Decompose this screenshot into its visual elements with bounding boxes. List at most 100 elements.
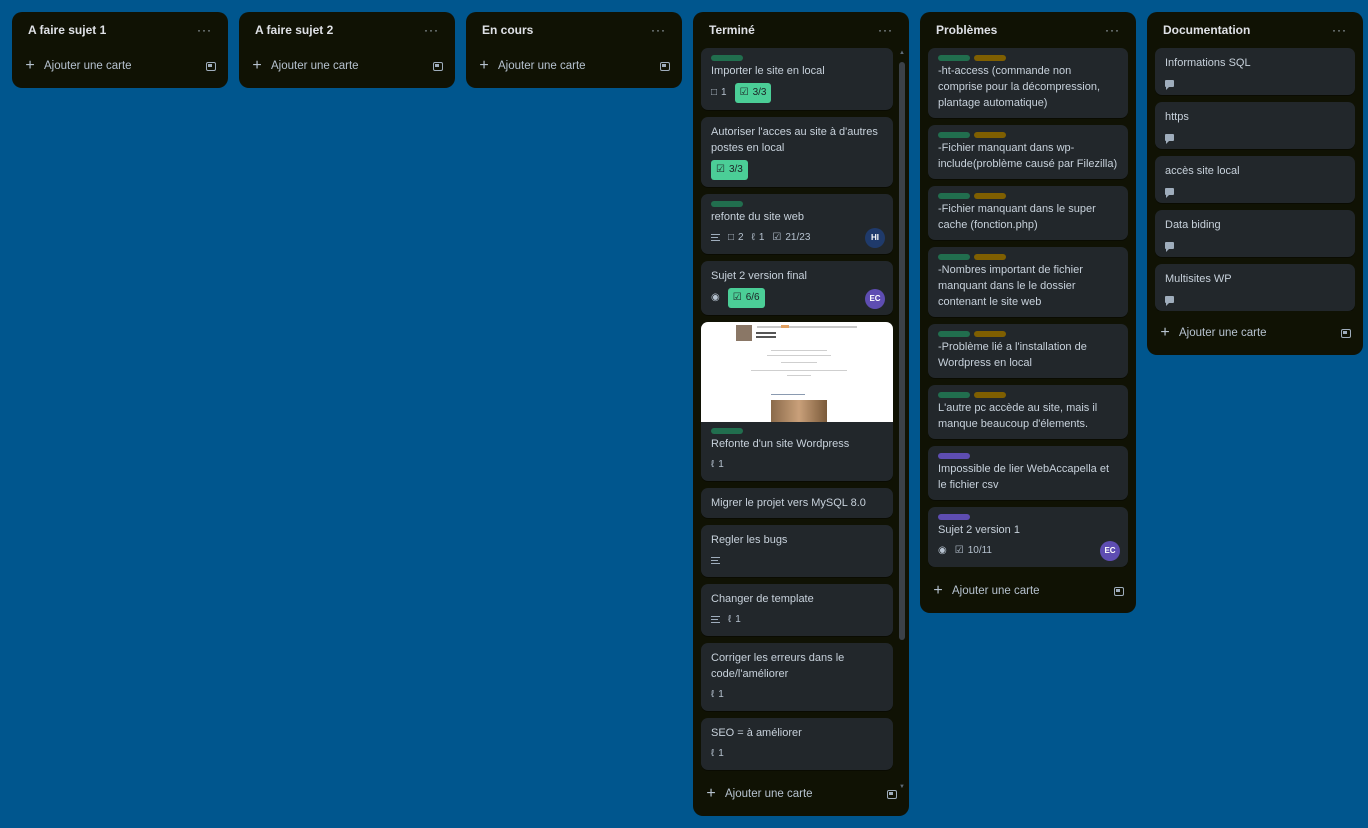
card-cover-image	[701, 321, 893, 422]
card-title: L'autre pc accède au site, mais il manqu…	[938, 402, 1098, 430]
template-icon[interactable]	[1341, 328, 1351, 338]
label-green	[938, 132, 970, 138]
card[interactable]: Importer le site en local □ 1 ☑ 3/3	[701, 47, 893, 110]
checklist-icon: ☑	[739, 86, 749, 98]
add-card-button[interactable]: + Ajouter une carte	[239, 50, 455, 82]
scrollbar[interactable]: ▲ ▼	[899, 50, 905, 790]
list-a-faire-sujet-1: A faire sujet 1 ··· + Ajouter une carte	[12, 12, 228, 88]
template-icon[interactable]	[660, 61, 670, 71]
watch-icon: ◉	[938, 545, 947, 556]
plus-icon: +	[479, 57, 489, 74]
avatar[interactable]: EC	[865, 288, 885, 309]
list-termine: Terminé ··· Importer le site en local □ 1…	[693, 12, 909, 816]
label-yellow	[974, 132, 1006, 138]
plus-icon: +	[933, 582, 943, 599]
card[interactable]: refonte du site web □ 2 ℓ1 ☑ 21/23 HI	[701, 193, 893, 254]
card[interactable]: -ht-access (commande non comprise pour l…	[928, 48, 1128, 118]
card-title: Sujet 2 version final	[711, 269, 807, 282]
more-icon[interactable]: ···	[647, 22, 670, 38]
list-title[interactable]: Documentation	[1163, 23, 1250, 37]
card[interactable]: -Problème lié a l'installation de Wordpr…	[928, 324, 1128, 378]
card[interactable]: Data biding	[1155, 210, 1355, 257]
more-icon[interactable]: ···	[1101, 22, 1124, 38]
comment-icon: □	[711, 86, 718, 98]
comment-icon	[1165, 295, 1174, 306]
card-title: accès site local	[1165, 165, 1240, 177]
card[interactable]: https	[1155, 102, 1355, 149]
card-title: -Fichier manquant dans wp-include(problè…	[938, 142, 1118, 170]
plus-icon: +	[25, 57, 35, 74]
card[interactable]: Refonte d'un site Wordpress ℓ1	[701, 321, 893, 481]
card-list: -ht-access (commande non comprise pour l…	[920, 48, 1136, 567]
template-icon[interactable]	[887, 789, 897, 799]
card-title: Migrer le projet vers MySQL 8.0	[711, 496, 866, 509]
list-title[interactable]: En cours	[482, 23, 533, 37]
card-title: -ht-access (commande non comprise pour l…	[938, 65, 1101, 109]
scroll-down-icon[interactable]: ▼	[899, 784, 905, 790]
add-card-button[interactable]: + Ajouter une carte	[466, 50, 682, 82]
card[interactable]: Changer de template ℓ1	[701, 583, 893, 636]
scrollbar-thumb[interactable]	[899, 62, 905, 640]
more-icon[interactable]: ···	[420, 22, 443, 38]
add-card-button[interactable]: + Ajouter une carte	[693, 778, 909, 810]
label-yellow	[974, 55, 1006, 61]
card[interactable]: SEO = à améliorer ℓ1	[701, 717, 893, 770]
card-title: Impossible de lier WebAccapella et le fi…	[938, 463, 1109, 491]
more-icon[interactable]: ···	[193, 22, 216, 38]
more-icon[interactable]: ···	[874, 22, 897, 38]
template-icon[interactable]	[433, 61, 443, 71]
card-title: Sujet 2 version 1	[938, 524, 1020, 536]
attachment-icon: ℓ	[711, 688, 715, 700]
card[interactable]: Corriger les erreurs dans le code/l'amél…	[701, 642, 893, 711]
list-title[interactable]: Problèmes	[936, 23, 997, 37]
scroll-up-icon[interactable]: ▲	[899, 50, 905, 56]
list-title[interactable]: A faire sujet 1	[28, 23, 106, 37]
card[interactable]: -Nombres important de fichier manquant d…	[928, 247, 1128, 317]
card[interactable]: -Fichier manquant dans le super cache (f…	[928, 186, 1128, 240]
attachment-badge: ℓ1	[751, 231, 765, 243]
description-icon	[711, 616, 720, 624]
comment-icon	[1165, 79, 1174, 90]
checklist-icon: ☑	[716, 163, 725, 175]
checklist-icon: ☑	[772, 231, 782, 243]
avatar[interactable]: EC	[1100, 541, 1120, 561]
attachment-icon: ℓ	[711, 747, 715, 759]
label-green	[938, 331, 970, 337]
label-yellow	[974, 193, 1006, 199]
add-card-label: Ajouter une carte	[1179, 327, 1267, 339]
card[interactable]: Autoriser l'acces au site à d'autres pos…	[701, 116, 893, 187]
checklist-badge: ☑ 6/6	[727, 287, 765, 308]
template-icon[interactable]	[206, 61, 216, 71]
add-card-button[interactable]: + Ajouter une carte	[1147, 317, 1363, 349]
card[interactable]: Impossible de lier WebAccapella et le fi…	[928, 446, 1128, 500]
label-yellow	[974, 331, 1006, 337]
label-purple	[938, 453, 970, 459]
card[interactable]: accès site local	[1155, 156, 1355, 203]
card[interactable]: L'autre pc accède au site, mais il manqu…	[928, 385, 1128, 439]
card[interactable]: Sujet 2 version 1 ◉ ☑ 10/11 EC	[928, 507, 1128, 567]
comment-badge: □ 2	[728, 231, 744, 243]
card-list: Informations SQL https accès site local …	[1147, 48, 1363, 311]
list-title[interactable]: Terminé	[709, 23, 755, 37]
add-card-button[interactable]: + Ajouter une carte	[12, 50, 228, 82]
more-icon[interactable]: ···	[1328, 22, 1351, 38]
card[interactable]: Migrer le projet vers MySQL 8.0	[701, 487, 893, 518]
card-title: Multisites WP	[1165, 273, 1232, 285]
avatar[interactable]: HI	[865, 227, 885, 248]
label-green	[711, 427, 743, 434]
card[interactable]: Regler les bugs	[701, 524, 893, 577]
checklist-icon: ☑	[954, 545, 964, 556]
list-title[interactable]: A faire sujet 2	[255, 23, 333, 37]
card[interactable]: -Fichier manquant dans wp-include(problè…	[928, 125, 1128, 179]
label-yellow	[974, 392, 1006, 398]
card[interactable]: Multisites WP	[1155, 264, 1355, 311]
card-title: Data biding	[1165, 219, 1221, 231]
add-card-button[interactable]: + Ajouter une carte	[920, 575, 1136, 607]
card[interactable]: Informations SQL	[1155, 48, 1355, 95]
comment-icon	[1165, 187, 1174, 198]
comment-icon	[1165, 241, 1174, 252]
card-title: Autoriser l'acces au site à d'autres pos…	[711, 125, 878, 154]
template-icon[interactable]	[1114, 586, 1124, 596]
card[interactable]: Sujet 2 version final ◉ ☑ 6/6 EC	[701, 260, 893, 315]
label-green	[938, 392, 970, 398]
